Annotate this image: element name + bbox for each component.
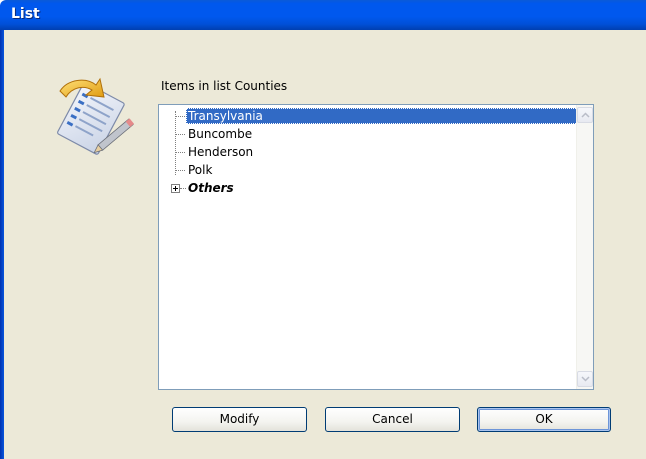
cancel-button[interactable]: Cancel (325, 407, 460, 432)
list-edit-icon (57, 77, 135, 155)
title-bar[interactable]: List (0, 0, 646, 30)
tree-item-transylvania[interactable]: Transylvania (186, 108, 582, 124)
scroll-up-arrow-icon[interactable] (577, 107, 593, 123)
ok-button[interactable]: OK (477, 407, 611, 432)
items-tree-view[interactable]: Transylvania Buncombe Henderson Polk Oth… (158, 104, 594, 390)
tree-connector-line (175, 111, 176, 175)
tree-item-others[interactable]: Others (186, 180, 236, 196)
tree-branch (175, 116, 185, 117)
tree-branch (175, 134, 185, 135)
list-label: Items in list Counties (161, 79, 288, 93)
tree-branch (175, 170, 185, 171)
window-title: List (11, 6, 40, 22)
list-dialog: List Items in list Counties Transylvania… (0, 0, 646, 459)
modify-button[interactable]: Modify (172, 407, 307, 432)
scroll-down-arrow-icon[interactable] (577, 371, 593, 387)
tree-list[interactable]: Transylvania Buncombe Henderson Polk Oth… (159, 105, 582, 389)
tree-branch (175, 152, 185, 153)
tree-item-polk[interactable]: Polk (186, 162, 214, 178)
tree-item-henderson[interactable]: Henderson (186, 144, 255, 160)
vertical-scrollbar[interactable] (576, 105, 593, 389)
tree-item-buncombe[interactable]: Buncombe (186, 126, 254, 142)
expand-plus-icon[interactable] (171, 184, 180, 193)
